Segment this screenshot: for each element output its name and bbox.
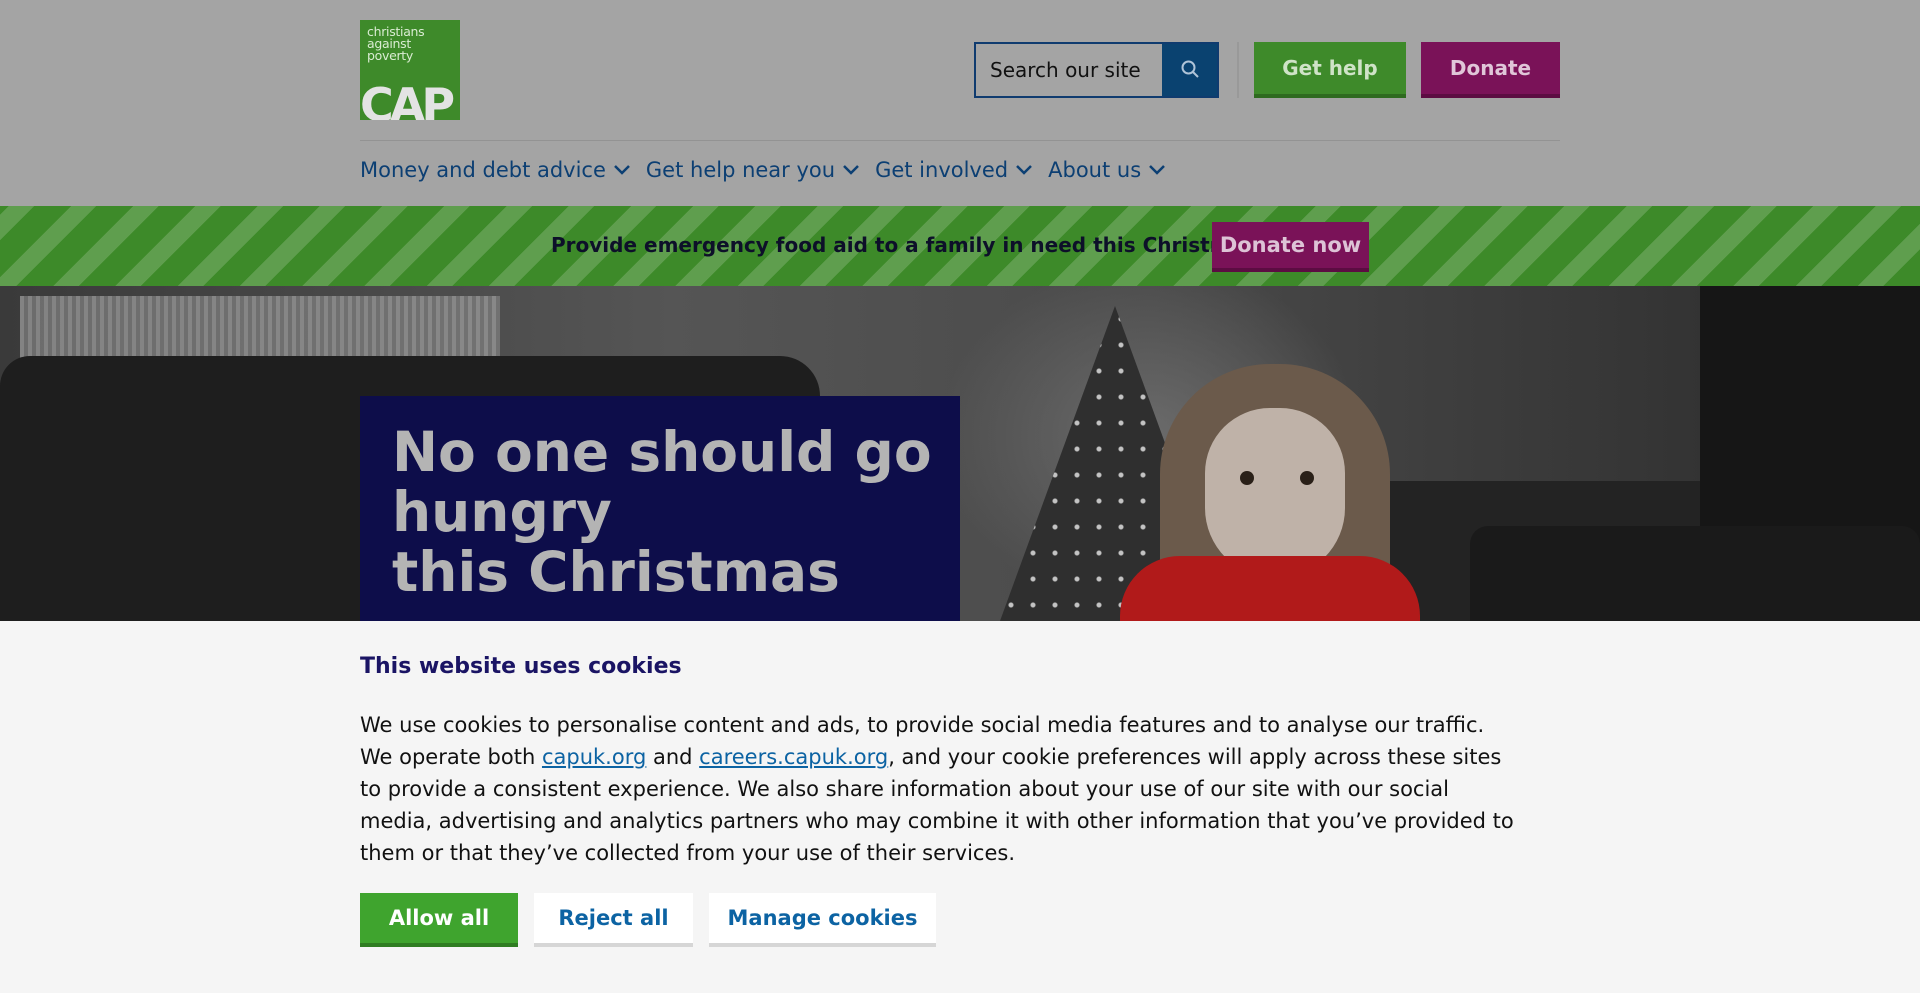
chevron-down-icon (1016, 165, 1033, 175)
hero-title-line: No one should go (392, 420, 932, 484)
hero-section: No one should go hungry this Christmas (0, 286, 1920, 621)
cookie-title: This website uses cookies (360, 654, 682, 679)
nav-item-label: Get involved (875, 158, 1009, 182)
careers-capuk-link[interactable]: careers.capuk.org (699, 745, 888, 769)
donate-now-button[interactable]: Donate now (1212, 222, 1369, 272)
hero-title-line: hungry (392, 480, 612, 544)
reject-all-button[interactable]: Reject all (534, 893, 693, 947)
nav-item-money-and-debt-advice[interactable]: Money and debt advice (360, 158, 630, 182)
girl-eye (1240, 471, 1254, 485)
main-nav: Money and debt advice Get help near you … (360, 158, 1166, 182)
cookie-text: and (646, 745, 700, 769)
hero-title: No one should go hungry this Christmas (392, 422, 932, 602)
hero-title-line: this Christmas (392, 540, 840, 604)
promo-text: Provide emergency food aid to a family i… (551, 233, 1256, 257)
chevron-down-icon (1149, 165, 1166, 175)
get-help-button[interactable]: Get help (1254, 42, 1406, 98)
cookie-banner: This website uses cookies We use cookies… (0, 621, 1920, 993)
girl-eye (1300, 471, 1314, 485)
nav-item-label: Get help near you (645, 158, 836, 182)
cap-logo[interactable]: christians against poverty CAP (360, 20, 460, 120)
chevron-down-icon (843, 165, 859, 175)
manage-cookies-button[interactable]: Manage cookies (709, 893, 936, 947)
promo-banner: Provide emergency food aid to a family i… (0, 206, 1920, 286)
hero-chair (1470, 526, 1920, 621)
girl-face (1205, 408, 1345, 578)
logo-tagline: christians against poverty (367, 25, 425, 63)
header-divider (1237, 42, 1239, 98)
chevron-down-icon (614, 165, 630, 175)
logo-line: poverty (367, 48, 414, 63)
nav-item-about-us[interactable]: About us (1048, 158, 1166, 182)
search-icon (1180, 59, 1200, 82)
nav-item-get-help-near-you[interactable]: Get help near you (646, 158, 859, 182)
girl-shirt (1120, 556, 1420, 621)
search-input[interactable] (976, 44, 1164, 96)
site-header: christians against poverty CAP Get help … (0, 0, 1920, 206)
search-form (974, 42, 1219, 98)
nav-item-label: About us (1048, 158, 1142, 182)
search-button[interactable] (1162, 44, 1217, 96)
cookie-description: We use cookies to personalise content an… (360, 709, 1520, 869)
logo-mark: CAP (360, 78, 455, 120)
donate-button[interactable]: Donate (1421, 42, 1560, 98)
header-separator (360, 140, 1560, 141)
nav-item-label: Money and debt advice (360, 158, 606, 182)
hero-title-box: No one should go hungry this Christmas (360, 396, 960, 621)
nav-item-get-involved[interactable]: Get involved (875, 158, 1033, 182)
capuk-link[interactable]: capuk.org (542, 745, 646, 769)
allow-all-button[interactable]: Allow all (360, 893, 518, 947)
